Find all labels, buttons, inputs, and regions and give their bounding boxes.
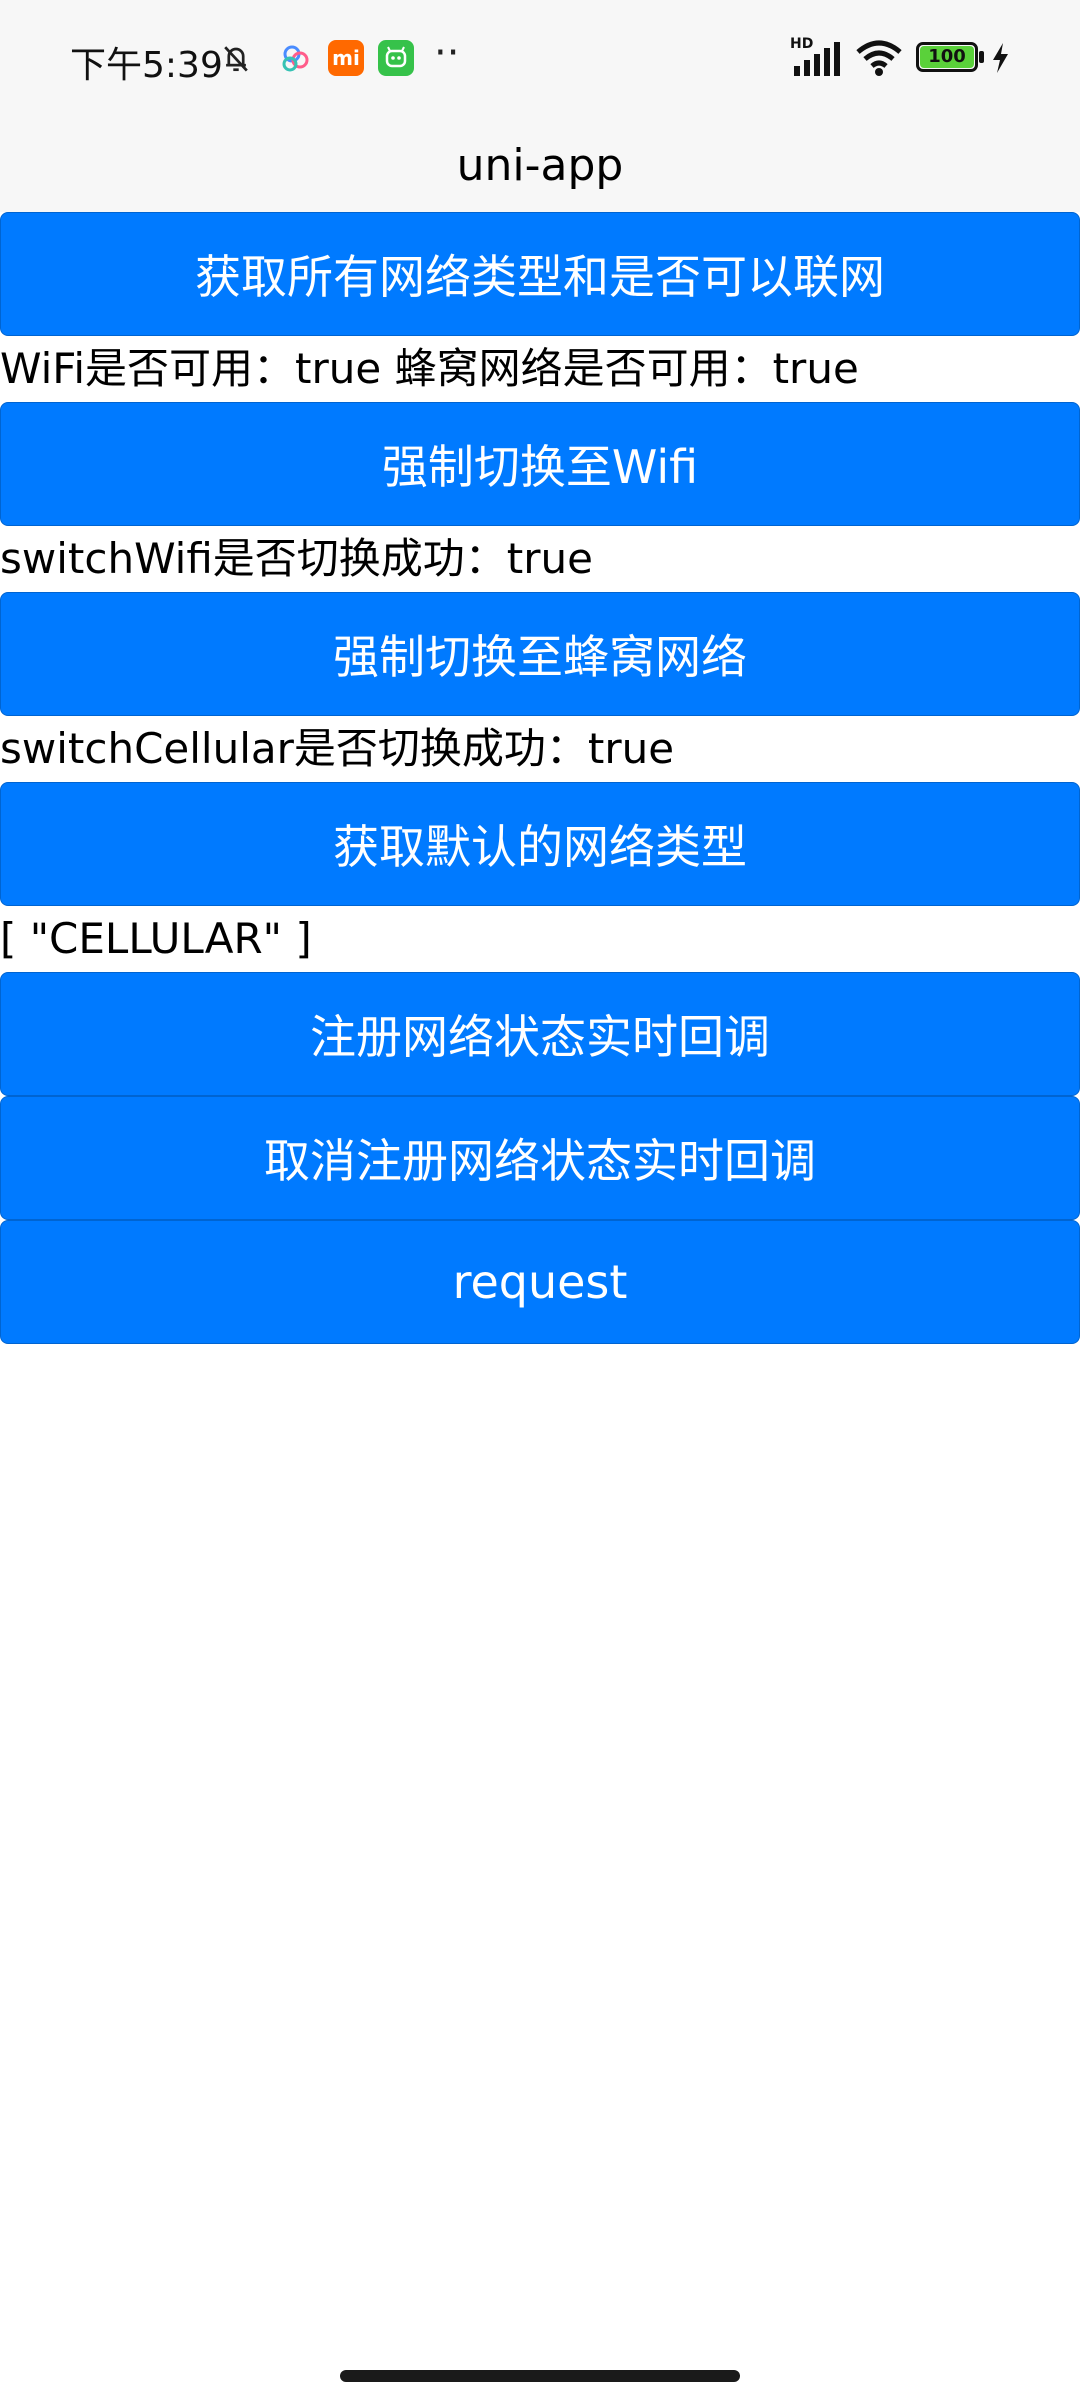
unregister-network-callback-button[interactable]: 取消注册网络状态实时回调 [0,1096,1080,1220]
charging-icon [988,40,1012,76]
status-time: 下午5:39 [70,45,223,86]
network-availability-text: WiFi是否可用：true 蜂窝网络是否可用：true [0,344,859,393]
register-network-callback-button[interactable]: 注册网络状态实时回调 [0,972,1080,1096]
home-indicator[interactable] [340,2370,740,2382]
signal-icon: HD [790,36,842,78]
request-button[interactable]: request [0,1220,1080,1344]
switch-cellular-button[interactable]: 强制切换至蜂窝网络 [0,592,1080,716]
get-all-network-button[interactable]: 获取所有网络类型和是否可以联网 [0,212,1080,336]
navigation-bar: uni-app [0,118,1080,212]
main-content: 获取所有网络类型和是否可以联网 WiFi是否可用：true 蜂窝网络是否可用：t… [0,212,1080,1344]
switch-wifi-result-text: switchWifi是否切换成功：true [0,534,594,583]
battery-level: 100 [928,46,966,67]
assistant-app-icon [278,40,314,76]
status-bar: 下午5:39 mi ·· HD 100 [0,0,1080,118]
mi-app-icon: mi [328,40,364,76]
switch-wifi-button[interactable]: 强制切换至Wifi [0,402,1080,526]
page-title: uni-app [456,139,624,191]
default-network-type-text: [ "CELLULAR" ] [0,914,312,963]
green-app-icon [378,40,414,76]
get-default-network-type-button[interactable]: 获取默认的网络类型 [0,782,1080,906]
battery-icon: 100 [916,42,986,74]
notifications-off-icon [218,40,254,76]
wifi-icon [854,38,904,78]
more-notifications-icon: ·· [434,30,460,76]
switch-cellular-result-text: switchCellular是否切换成功：true [0,724,675,773]
